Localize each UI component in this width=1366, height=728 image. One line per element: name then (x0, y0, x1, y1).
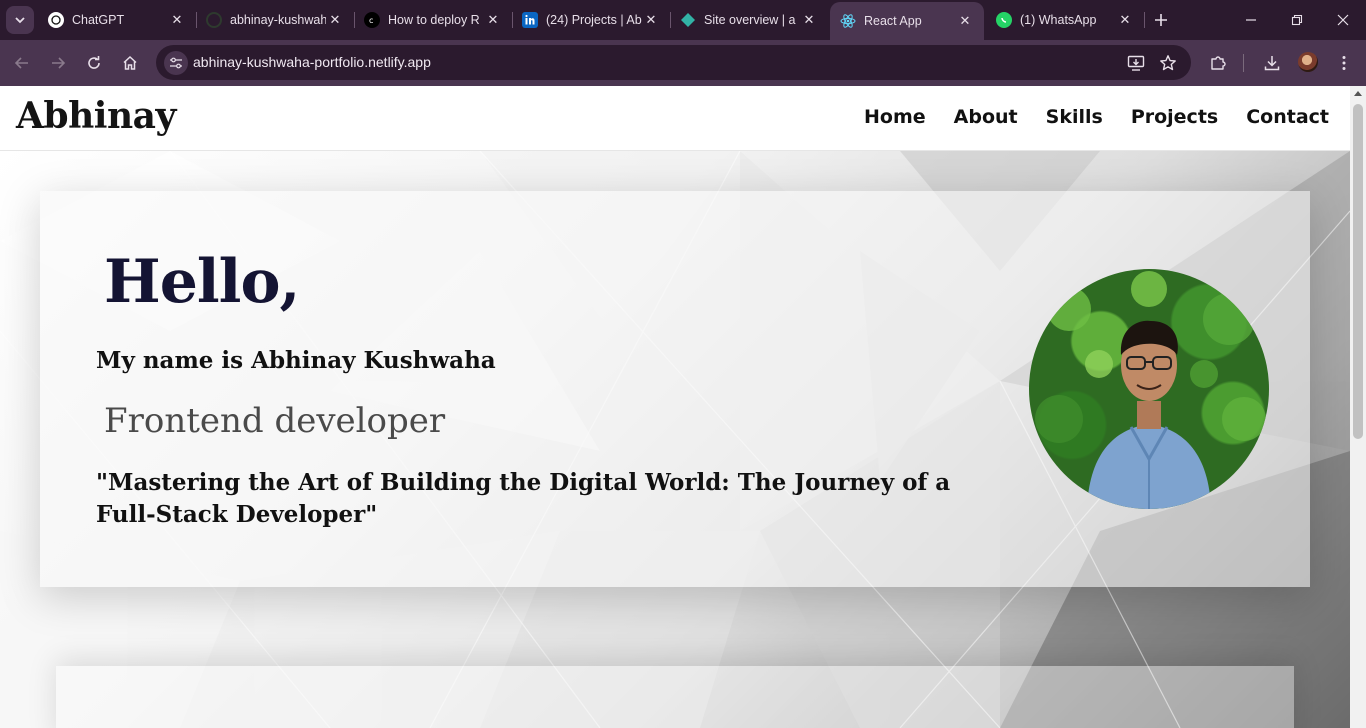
reload-icon (88, 56, 100, 69)
hero-name: My name is Abhinay Kushwaha (96, 347, 496, 374)
home-icon (123, 55, 137, 70)
browser-toolbar: abhinay-kushwaha-portfolio.netlify.app (0, 40, 1366, 86)
star-icon (1160, 55, 1176, 71)
nav-link-projects[interactable]: Projects (1131, 106, 1218, 128)
react-icon (840, 13, 856, 29)
close-icon[interactable]: ✕ (956, 12, 974, 30)
close-icon (1337, 14, 1349, 26)
install-icon (1127, 55, 1145, 71)
tab-chatgpt[interactable]: ChatGPT ✕ (38, 0, 197, 40)
site-logo[interactable]: Abhinay (16, 95, 176, 137)
site-header: Abhinay Home About Skills Projects Conta… (0, 86, 1350, 151)
tab-title: How to deploy R (388, 13, 480, 27)
profile-avatar[interactable] (1298, 52, 1318, 72)
home-button[interactable] (117, 50, 143, 76)
new-tab-button[interactable] (1151, 10, 1171, 30)
back-button[interactable] (9, 50, 35, 76)
profile-photo-illustration (1035, 271, 1266, 509)
restore-button[interactable] (1274, 0, 1320, 40)
tab-title: Site overview | a (704, 13, 796, 27)
chatgpt-icon (48, 12, 64, 28)
scroll-up-arrow-icon[interactable] (1354, 91, 1362, 96)
reload-button[interactable] (81, 50, 107, 76)
hero-greeting: Hello, (104, 247, 300, 317)
github-icon (206, 12, 222, 28)
tab-title: abhinay-kushwaha (230, 13, 326, 27)
chevron-down-icon (15, 17, 25, 24)
hero-background: Hello, My name is Abhinay Kushwaha Front… (0, 151, 1350, 728)
restore-icon (1291, 14, 1303, 26)
tab-title: (24) Projects | Ab (546, 13, 642, 27)
close-icon[interactable]: ✕ (168, 11, 186, 29)
close-icon[interactable]: ✕ (1116, 11, 1134, 29)
install-app-button[interactable] (1126, 53, 1146, 73)
scrollbar-thumb[interactable] (1353, 104, 1363, 439)
downloads-button[interactable] (1261, 52, 1283, 74)
address-bar[interactable]: abhinay-kushwaha-portfolio.netlify.app (156, 45, 1191, 80)
profile-photo (1029, 269, 1269, 509)
arrow-left-icon (14, 57, 28, 69)
menu-button[interactable] (1333, 52, 1355, 74)
close-icon[interactable]: ✕ (800, 11, 818, 29)
arrow-right-icon (52, 57, 66, 69)
url-text: abhinay-kushwaha-portfolio.netlify.app (193, 54, 431, 70)
tab-separator (1144, 12, 1145, 28)
netlify-icon (680, 12, 696, 28)
svg-text:c: c (369, 16, 373, 25)
close-icon[interactable]: ✕ (642, 11, 660, 29)
nav-link-about[interactable]: About (954, 106, 1018, 128)
tune-icon (170, 57, 182, 69)
bookmark-button[interactable] (1158, 53, 1178, 73)
close-icon[interactable]: ✕ (484, 11, 502, 29)
tab-title: (1) WhatsApp (1020, 13, 1097, 27)
tab-linkedin[interactable]: (24) Projects | Ab ✕ (512, 0, 671, 40)
minimize-icon (1246, 19, 1256, 21)
tab-title: ChatGPT (72, 13, 125, 27)
tab-article[interactable]: c How to deploy R ✕ (354, 0, 513, 40)
puzzle-icon (1211, 56, 1226, 70)
nav-link-skills[interactable]: Skills (1046, 106, 1103, 128)
tab-netlify[interactable]: Site overview | a ✕ (670, 0, 828, 40)
site-info-button[interactable] (164, 51, 188, 75)
linkedin-icon (522, 12, 538, 28)
forward-button[interactable] (45, 50, 71, 76)
tab-strip: ChatGPT ✕ abhinay-kushwaha ✕ c How to de… (0, 0, 1366, 40)
tab-react-app[interactable]: React App ✕ (830, 2, 984, 40)
second-section-card (56, 666, 1294, 728)
hero-role: Frontend developer (104, 401, 446, 441)
download-icon (1264, 56, 1280, 71)
tab-title: React App (864, 14, 922, 28)
minimize-button[interactable] (1228, 0, 1274, 40)
hero-quote: "Mastering the Art of Building the Digit… (96, 469, 951, 528)
tab-whatsapp[interactable]: (1) WhatsApp ✕ (986, 0, 1145, 40)
tab-github[interactable]: abhinay-kushwaha ✕ (196, 0, 355, 40)
plus-icon (1155, 14, 1167, 26)
article-icon: c (364, 12, 380, 28)
hero-card: Hello, My name is Abhinay Kushwaha Front… (40, 191, 1310, 587)
close-icon[interactable]: ✕ (326, 11, 344, 29)
nav-link-home[interactable]: Home (864, 106, 926, 128)
site-nav-links: Home About Skills Projects Contact (864, 106, 1329, 128)
page-scrollbar[interactable] (1350, 86, 1366, 728)
extensions-button[interactable] (1207, 52, 1229, 74)
whatsapp-icon (996, 12, 1012, 28)
toolbar-divider (1243, 54, 1244, 72)
close-window-button[interactable] (1320, 0, 1366, 40)
tab-search-button[interactable] (6, 6, 34, 34)
nav-link-contact[interactable]: Contact (1246, 106, 1329, 128)
more-vertical-icon (1342, 56, 1346, 70)
page-viewport: Hello, My name is Abhinay Kushwaha Front… (0, 86, 1366, 728)
